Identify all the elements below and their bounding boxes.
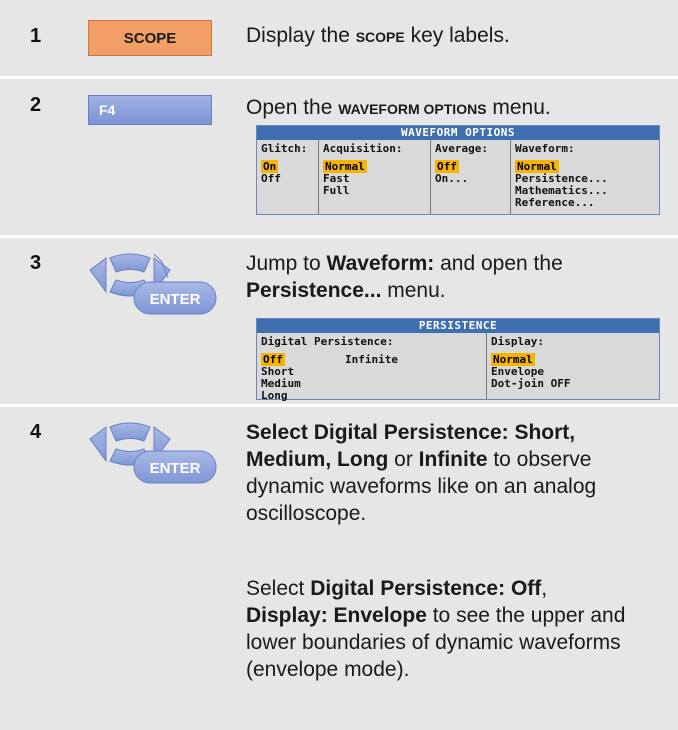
menu-option[interactable]: Off	[261, 173, 314, 185]
f4-key[interactable]: F4	[88, 95, 212, 125]
text: Display the	[246, 24, 356, 47]
bold-text: Waveform:	[326, 252, 435, 275]
bold-text: Persistence...	[246, 279, 382, 302]
step-4-row: 4 ENTER Select Digital Persistence: Shor…	[0, 407, 678, 730]
menu-title: WAVEFORM OPTIONS	[257, 126, 659, 140]
bold-text: Select Digital Persistence: Short,	[246, 421, 576, 444]
text: and open the	[434, 252, 563, 275]
step-1-description: Display the SCOPE key labels.	[246, 22, 510, 51]
average-column: Average: Off On...	[431, 140, 511, 214]
menu-option[interactable]: Infinite	[345, 354, 398, 366]
persistence-menu: PERSISTENCE Digital Persistence: Off Sho…	[256, 318, 660, 402]
step-1-row: 1 SCOPE Display the SCOPE key labels.	[0, 0, 678, 76]
waveform-options-menu: WAVEFORM OPTIONS Glitch: On Off Acquisit…	[256, 125, 660, 215]
menu-option[interactable]: Medium	[261, 378, 482, 390]
glitch-column: Glitch: On Off	[257, 140, 319, 214]
step-4-paragraph-2: Select Digital Persistence: Off, Display:…	[246, 575, 656, 683]
text: menu.	[381, 279, 446, 302]
column-heading: Digital Persistence:	[261, 335, 394, 348]
navigation-enter-keys-icon[interactable]: ENTER	[84, 421, 218, 485]
bold-text: Display: Envelope	[246, 604, 427, 627]
column-heading: Display:	[491, 335, 544, 348]
column-heading: Waveform:	[515, 142, 575, 155]
enter-key-label: ENTER	[150, 460, 201, 477]
step-4-paragraph-1: Select Digital Persistence: Short, Medium…	[246, 419, 666, 527]
text: Select	[246, 577, 311, 600]
bold-text: WAVEFORM OPTIONS	[338, 101, 487, 117]
menu-option[interactable]: Long	[261, 390, 482, 402]
text: or	[388, 448, 419, 471]
bold-text: Digital Persistence: Off	[310, 577, 542, 600]
enter-key-label: ENTER	[150, 291, 201, 308]
step-number: 3	[30, 252, 42, 274]
text: ,	[541, 577, 548, 600]
step-3-row: 3 ENTER Jump to Waveform: and open the P…	[0, 238, 678, 404]
bold-text: Medium, Long	[246, 448, 389, 471]
menu-option[interactable]: Dot-join OFF	[491, 378, 655, 390]
step-number: 1	[30, 25, 42, 47]
column-heading: Glitch:	[261, 142, 308, 155]
step-3-description: Jump to Waveform: and open the Persisten…	[246, 250, 646, 304]
bold-text: Infinite	[418, 448, 488, 471]
menu-option[interactable]: Full	[323, 185, 426, 197]
text: Jump to	[246, 252, 327, 275]
display-column: Display: Normal Envelope Dot-join OFF	[487, 333, 659, 399]
navigation-enter-keys-icon[interactable]: ENTER	[84, 252, 218, 316]
waveform-column: Waveform: Normal Persistence... Mathemat…	[511, 140, 659, 214]
column-heading: Average:	[435, 142, 488, 155]
menu-title: PERSISTENCE	[257, 319, 659, 333]
scope-key[interactable]: SCOPE	[88, 20, 212, 56]
menu-option[interactable]: On...	[435, 173, 506, 185]
text: Open the	[246, 96, 339, 119]
step-number: 4	[30, 421, 42, 443]
step-number: 2	[30, 94, 42, 116]
digital-persistence-column: Digital Persistence: Off Short Medium Lo…	[257, 333, 487, 402]
step-2-description: Open the WAVEFORM OPTIONS menu.	[246, 94, 551, 123]
bold-text: SCOPE	[355, 29, 405, 45]
menu-option[interactable]: Reference...	[515, 197, 655, 209]
acquisition-column: Acquisition: Normal Fast Full	[319, 140, 431, 214]
text: menu.	[486, 96, 551, 119]
text: key labels.	[404, 24, 510, 47]
step-2-row: 2 F4 Open the WAVEFORM OPTIONS menu. WAV…	[0, 79, 678, 235]
column-heading: Acquisition:	[323, 142, 403, 155]
